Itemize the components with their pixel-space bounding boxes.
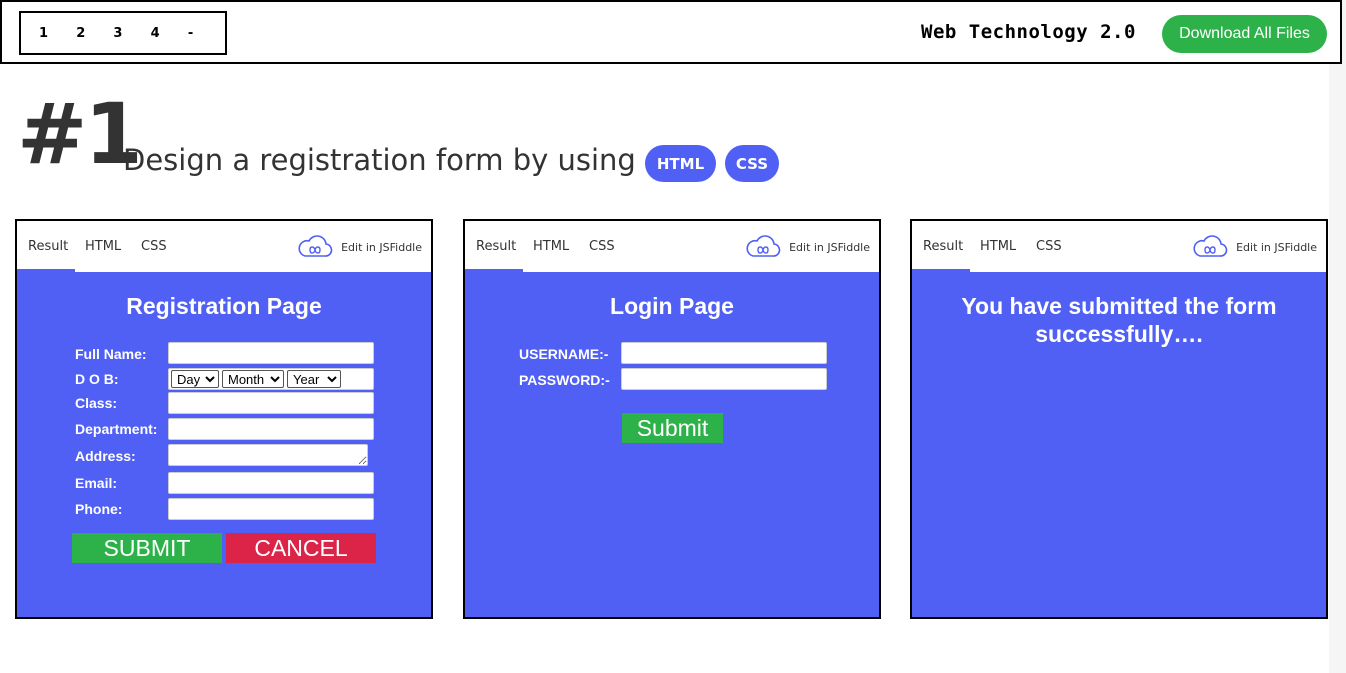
- fiddle-tabs: Result HTML CSS Edit in JSFiddle: [17, 221, 431, 272]
- page-heading: Design a registration form by using: [123, 143, 636, 177]
- edit-in-jsfiddle-link[interactable]: Edit in JSFiddle: [745, 234, 870, 260]
- edit-in-jsfiddle-label: Edit in JSFiddle: [1236, 240, 1317, 254]
- email-input[interactable]: [168, 472, 374, 494]
- tab-css[interactable]: CSS: [589, 239, 615, 254]
- page-link-2[interactable]: 2: [76, 26, 113, 41]
- edit-in-jsfiddle-link[interactable]: Edit in JSFiddle: [297, 234, 422, 260]
- page-link-3[interactable]: 3: [113, 26, 150, 41]
- page-link-1[interactable]: 1: [39, 26, 76, 41]
- registration-fiddle-panel: Result HTML CSS Edit in JSFiddle Registr…: [15, 219, 433, 619]
- active-tab-indicator: [912, 269, 970, 272]
- html-tag-badge: HTML: [645, 145, 716, 182]
- username-label: USERNAME:-: [519, 346, 609, 362]
- login-submit-button[interactable]: Submit: [622, 413, 723, 443]
- tab-html[interactable]: HTML: [85, 239, 121, 254]
- tab-result[interactable]: Result: [28, 239, 68, 254]
- department-input[interactable]: [168, 418, 374, 440]
- login-fiddle-panel: Result HTML CSS Edit in JSFiddle Login P…: [463, 219, 881, 619]
- dob-year-select[interactable]: Year: [287, 370, 341, 388]
- css-tag-badge: CSS: [725, 145, 779, 182]
- top-header: 1 2 3 4 - Web Technology 2.0 Download Al…: [0, 0, 1342, 64]
- success-message-line1: You have submitted the form: [961, 293, 1277, 319]
- class-input[interactable]: [168, 392, 374, 414]
- dob-day-select[interactable]: Day: [171, 370, 219, 388]
- password-label: PASSWORD:-: [519, 372, 610, 388]
- edit-in-jsfiddle-label: Edit in JSFiddle: [341, 240, 422, 254]
- dob-field: Day Month Year: [168, 368, 374, 390]
- full-name-input[interactable]: [168, 342, 374, 364]
- tab-result[interactable]: Result: [923, 239, 963, 254]
- tab-html[interactable]: HTML: [533, 239, 569, 254]
- success-fiddle-panel: Result HTML CSS Edit in JSFiddle You hav…: [910, 219, 1328, 619]
- site-title: Web Technology 2.0: [921, 21, 1136, 43]
- cloud-infinity-icon: [1193, 235, 1228, 257]
- dob-month-select[interactable]: Month: [222, 370, 284, 388]
- class-label: Class:: [75, 395, 118, 411]
- page-link-more[interactable]: -: [188, 26, 225, 41]
- tab-css[interactable]: CSS: [1036, 239, 1062, 254]
- dob-label: D O B:: [75, 371, 119, 387]
- page-scrollbar[interactable]: [1329, 0, 1346, 673]
- download-all-button[interactable]: Download All Files: [1162, 15, 1327, 53]
- page-link-4[interactable]: 4: [151, 26, 188, 41]
- active-tab-indicator: [17, 269, 75, 272]
- address-label: Address:: [75, 448, 136, 464]
- edit-in-jsfiddle-label: Edit in JSFiddle: [789, 240, 870, 254]
- submit-button[interactable]: SUBMIT: [72, 533, 222, 563]
- tab-css[interactable]: CSS: [141, 239, 167, 254]
- cloud-infinity-icon: [746, 235, 781, 257]
- username-input[interactable]: [621, 342, 827, 364]
- tab-result[interactable]: Result: [476, 239, 516, 254]
- cloud-infinity-icon: [298, 235, 333, 257]
- phone-label: Phone:: [75, 501, 123, 517]
- tab-html[interactable]: HTML: [980, 239, 1016, 254]
- page-pagination: 1 2 3 4 -: [19, 11, 227, 55]
- edit-in-jsfiddle-link[interactable]: Edit in JSFiddle: [1192, 234, 1317, 260]
- phone-input[interactable]: [168, 498, 374, 520]
- password-input[interactable]: [621, 368, 827, 390]
- registration-title: Registration Page: [126, 293, 322, 319]
- practical-number: #1: [17, 85, 143, 183]
- active-tab-indicator: [465, 269, 523, 272]
- cancel-button[interactable]: CANCEL: [226, 533, 376, 563]
- success-message-line2: successfully….: [1035, 321, 1203, 347]
- login-title: Login Page: [610, 293, 734, 319]
- full-name-label: Full Name:: [75, 346, 147, 362]
- fiddle-tabs: Result HTML CSS Edit in JSFiddle: [912, 221, 1326, 272]
- department-label: Department:: [75, 421, 158, 437]
- address-textarea[interactable]: [168, 444, 368, 466]
- fiddle-tabs: Result HTML CSS Edit in JSFiddle: [465, 221, 879, 272]
- email-label: Email:: [75, 475, 118, 491]
